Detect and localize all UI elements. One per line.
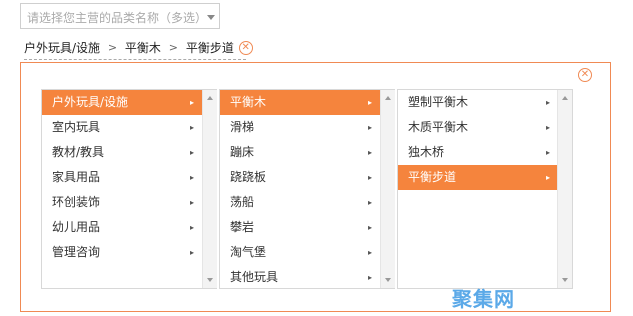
breadcrumb-item-3[interactable]: 平衡步道 bbox=[186, 39, 234, 56]
category-item-label: 户外玩具/设施 bbox=[52, 95, 129, 109]
category-item[interactable]: 淘气堡 ▸ bbox=[220, 240, 381, 265]
category-item[interactable]: 独木桥 ▸ bbox=[398, 140, 559, 165]
scroll-down-icon[interactable] bbox=[562, 278, 568, 282]
chevron-right-icon: ▸ bbox=[189, 223, 194, 232]
category-item-label: 荡船 bbox=[230, 195, 255, 209]
category-item[interactable]: 教材/教具 ▸ bbox=[42, 140, 203, 165]
category-item[interactable]: 塑制平衡木 ▸ bbox=[398, 90, 559, 115]
chevron-right-icon: ▸ bbox=[545, 98, 550, 107]
scroll-down-icon[interactable] bbox=[207, 278, 213, 282]
breadcrumb-item-2[interactable]: 平衡木 bbox=[125, 39, 161, 56]
category-select-placeholder: 请选择您主营的品类名称（多选） bbox=[27, 11, 208, 25]
close-icon[interactable]: ✕ bbox=[578, 68, 592, 82]
chevron-right-icon: ▸ bbox=[367, 173, 372, 182]
category-item[interactable]: 家具用品 ▸ bbox=[42, 165, 203, 190]
category-item[interactable]: 环创装饰 ▸ bbox=[42, 190, 203, 215]
scrollbar[interactable] bbox=[557, 90, 572, 288]
chevron-right-icon: ▸ bbox=[189, 173, 194, 182]
category-item-label: 攀岩 bbox=[230, 220, 255, 234]
category-item[interactable]: 幼儿用品 ▸ bbox=[42, 215, 203, 240]
category-item[interactable]: 平衡步道 ▸ bbox=[398, 165, 559, 190]
category-item[interactable]: 平衡木 ▸ bbox=[220, 90, 381, 115]
breadcrumb: 户外玩具/设施 > 平衡木 > 平衡步道 ✕ bbox=[24, 39, 253, 57]
category-item-label: 淘气堡 bbox=[230, 245, 267, 259]
category-item[interactable]: 管理咨询 ▸ bbox=[42, 240, 203, 265]
scroll-down-icon[interactable] bbox=[385, 278, 391, 282]
category-column-level-2: 平衡木 ▸ 滑梯 ▸ 蹦床 ▸ 跷跷板 ▸ 荡船 ▸ 攀岩 ▸ 淘气堡 ▸ 其他玩具 ▸ bbox=[219, 89, 395, 289]
chevron-right-icon: ▸ bbox=[189, 198, 194, 207]
category-item-label: 跷跷板 bbox=[230, 170, 267, 184]
category-item[interactable]: 蹦床 ▸ bbox=[220, 140, 381, 165]
chevron-right-icon: ▸ bbox=[189, 123, 194, 132]
category-item-label: 其他玩具 bbox=[230, 270, 279, 284]
category-item-label: 家具用品 bbox=[52, 170, 101, 184]
category-item[interactable]: 攀岩 ▸ bbox=[220, 215, 381, 240]
category-column-level-1: 户外玩具/设施 ▸ 室内玩具 ▸ 教材/教具 ▸ 家具用品 ▸ 环创装饰 ▸ 幼儿用品 ▸ 管理咨询 ▸ bbox=[41, 89, 217, 289]
chevron-right-icon: ▸ bbox=[189, 248, 194, 257]
chevron-right-icon: ▸ bbox=[367, 273, 372, 282]
category-item-label: 平衡木 bbox=[230, 95, 267, 109]
category-item[interactable]: 其他玩具 ▸ bbox=[220, 265, 381, 290]
scroll-up-icon[interactable] bbox=[207, 96, 213, 100]
scrollbar[interactable] bbox=[202, 90, 217, 288]
chevron-down-icon[interactable] bbox=[207, 15, 215, 20]
breadcrumb-separator-icon: > bbox=[168, 41, 178, 54]
category-item-label: 独木桥 bbox=[408, 145, 445, 159]
category-item-label: 塑制平衡木 bbox=[408, 95, 469, 109]
chevron-right-icon: ▸ bbox=[367, 223, 372, 232]
category-item[interactable]: 跷跷板 ▸ bbox=[220, 165, 381, 190]
chevron-right-icon: ▸ bbox=[189, 98, 194, 107]
chevron-right-icon: ▸ bbox=[367, 198, 372, 207]
chevron-right-icon: ▸ bbox=[367, 248, 372, 257]
category-item-label: 蹦床 bbox=[230, 145, 255, 159]
chevron-right-icon: ▸ bbox=[367, 123, 372, 132]
chevron-right-icon: ▸ bbox=[367, 148, 372, 157]
scroll-up-icon[interactable] bbox=[562, 96, 568, 100]
category-picker-panel: ✕ 户外玩具/设施 ▸ 室内玩具 ▸ 教材/教具 ▸ 家具用品 ▸ 环创装饰 ▸ 幼儿用品 ▸ 管理咨询… bbox=[20, 62, 611, 312]
category-item-label: 教材/教具 bbox=[52, 145, 105, 159]
remove-selection-icon[interactable]: ✕ bbox=[238, 40, 253, 55]
category-item[interactable]: 室内玩具 ▸ bbox=[42, 115, 203, 140]
category-item[interactable]: 户外玩具/设施 ▸ bbox=[42, 90, 203, 115]
breadcrumb-divider bbox=[24, 59, 246, 60]
breadcrumb-separator-icon: > bbox=[107, 41, 118, 54]
scroll-up-icon[interactable] bbox=[385, 96, 391, 100]
category-item-label: 木质平衡木 bbox=[408, 120, 469, 134]
category-item-label: 平衡步道 bbox=[408, 170, 457, 184]
category-item-label: 滑梯 bbox=[230, 120, 255, 134]
category-select[interactable]: 请选择您主营的品类名称（多选） bbox=[20, 3, 220, 29]
category-item-label: 管理咨询 bbox=[52, 245, 101, 259]
chevron-right-icon: ▸ bbox=[545, 123, 550, 132]
breadcrumb-item-1[interactable]: 户外玩具/设施 bbox=[24, 39, 100, 56]
watermark-logo: 聚集网 bbox=[452, 287, 515, 311]
chevron-right-icon: ▸ bbox=[189, 148, 194, 157]
chevron-right-icon: ▸ bbox=[545, 173, 550, 182]
category-item-label: 环创装饰 bbox=[52, 195, 101, 209]
category-item[interactable]: 木质平衡木 ▸ bbox=[398, 115, 559, 140]
category-item-label: 室内玩具 bbox=[52, 120, 101, 134]
category-item[interactable]: 滑梯 ▸ bbox=[220, 115, 381, 140]
category-item[interactable]: 荡船 ▸ bbox=[220, 190, 381, 215]
chevron-right-icon: ▸ bbox=[367, 98, 372, 107]
category-item-label: 幼儿用品 bbox=[52, 220, 101, 234]
category-column-level-3: 塑制平衡木 ▸ 木质平衡木 ▸ 独木桥 ▸ 平衡步道 ▸ bbox=[397, 89, 573, 289]
chevron-right-icon: ▸ bbox=[545, 148, 550, 157]
scrollbar[interactable] bbox=[380, 90, 395, 288]
